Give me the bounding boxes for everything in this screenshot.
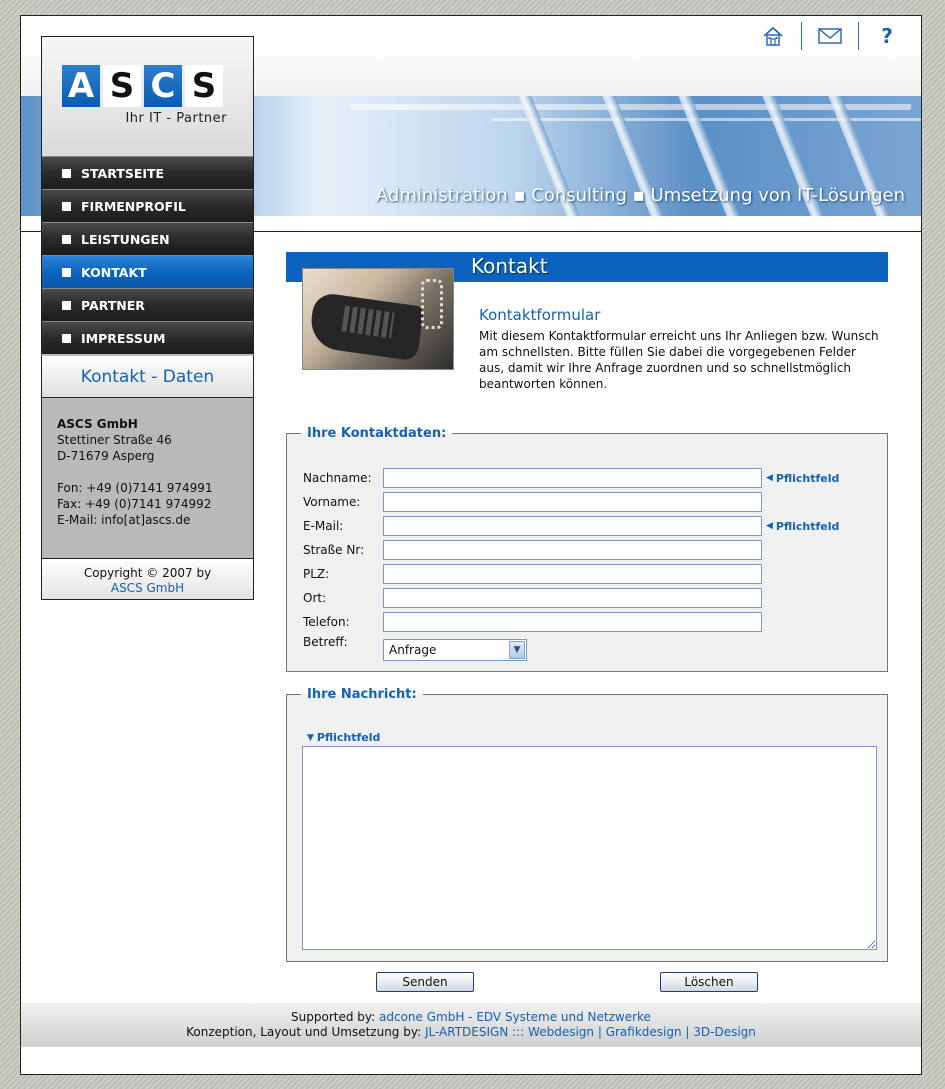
field-row-email: E-Mail: ◀ Pflichtfeld [303, 515, 839, 537]
submit-button[interactable]: Senden [376, 972, 474, 992]
nachname-label: Nachname: [303, 471, 372, 485]
field-row-betreff: Betreff: Anfrage ▼ [303, 635, 527, 661]
copyright-text: Copyright © 2007 by [83, 566, 212, 580]
header-tagline: Administration ▪ Consulting ▪ Umsetzung … [375, 185, 905, 206]
strasse-label: Straße Nr: [303, 543, 365, 557]
address-block: ASCS GmbH Stettiner Straße 46 D-71679 As… [41, 398, 254, 558]
nav-item-label: FIRMENPROFIL [81, 198, 186, 214]
email-label: E-Mail: [303, 519, 344, 533]
nav-item-label: IMPRESSUM [81, 330, 166, 346]
copyright-box: Copyright © 2007 by ASCS GmbH [41, 558, 254, 600]
telefon-label: Telefon: [303, 615, 350, 629]
help-icon[interactable]: ? [859, 22, 915, 50]
nachname-input[interactable] [383, 468, 762, 488]
main-content: Kontakt Kontaktformular Mit diesem Konta… [286, 252, 888, 992]
nav-bullet-icon [62, 300, 71, 310]
email-address: E-Mail: info[at]ascs.de [57, 513, 191, 527]
supported-prefix: Supported by: [291, 1010, 376, 1024]
home-icon[interactable] [745, 22, 801, 50]
nav-bullet-icon [62, 267, 71, 277]
logo-letter: C [144, 65, 182, 107]
message-fieldset: Ihre Nachricht: ▼ Pflichtfeld [286, 687, 888, 962]
nav-item-leistungen[interactable]: LEISTUNGEN [42, 222, 253, 255]
fax-number: Fax: +49 (0)7141 974992 [57, 497, 212, 511]
vorname-label: Vorname: [303, 495, 361, 509]
field-row-ort: Ort: [303, 587, 762, 609]
required-hint: ◀ Pflichtfeld [766, 519, 840, 533]
email-input[interactable] [383, 516, 762, 536]
nav-bullet-icon [62, 168, 71, 178]
triangle-left-icon: ◀ [766, 521, 773, 531]
field-row-nachname: Nachname: ◀ Pflichtfeld [303, 467, 839, 489]
main-nav: STARTSEITE FIRMENPROFIL LEISTUNGEN KONTA… [41, 156, 254, 354]
contact-data-legend: Ihre Kontaktdaten: [307, 426, 447, 441]
nav-item-partner[interactable]: PARTNER [42, 288, 253, 321]
ort-input[interactable] [383, 588, 762, 608]
credits-line: Konzeption, Layout und Umsetzung by: JL-… [21, 1025, 921, 1040]
address-city: D-71679 Asperg [57, 449, 155, 463]
reset-button[interactable]: Löschen [660, 972, 758, 992]
plz-input[interactable] [383, 564, 762, 584]
footer: Supported by: adcone GmbH - EDV Systeme … [21, 1003, 921, 1047]
form-heading: Kontaktformular [479, 306, 601, 324]
field-row-plz: PLZ: [303, 563, 762, 585]
logo-letter: S [103, 65, 141, 107]
credits-link[interactable]: JL-ARTDESIGN ::: Webdesign | Grafikdesig… [425, 1025, 756, 1039]
nav-item-label: STARTSEITE [81, 165, 165, 181]
page-frame: ? Administration ▪ Consulting ▪ Umsetzun… [20, 15, 922, 1075]
field-row-vorname: Vorname: [303, 491, 762, 513]
nav-item-impressum[interactable]: IMPRESSUM [42, 321, 253, 354]
copyright-link[interactable]: ASCS GmbH [42, 581, 253, 596]
strasse-input[interactable] [383, 540, 762, 560]
nav-item-kontakt[interactable]: KONTAKT [42, 255, 253, 288]
triangle-left-icon: ◀ [766, 473, 773, 483]
nav-item-label: KONTAKT [81, 264, 147, 280]
vorname-input[interactable] [383, 492, 762, 512]
nav-item-firmenprofil[interactable]: FIRMENPROFIL [42, 189, 253, 222]
message-legend: Ihre Nachricht: [307, 687, 417, 702]
company-name: ASCS GmbH [57, 417, 138, 431]
credits-prefix: Konzeption, Layout und Umsetzung by: [186, 1025, 422, 1039]
contact-data-fieldset: Ihre Kontaktdaten: Nachname: ◀ Pflichtfel… [286, 426, 888, 672]
message-textarea[interactable] [302, 746, 877, 950]
plz-label: PLZ: [303, 567, 330, 581]
field-row-strasse: Straße Nr: [303, 539, 762, 561]
required-hint: ◀ Pflichtfeld [766, 471, 840, 485]
logo-letter: S [185, 65, 223, 107]
intro-block: Kontaktformular Mit diesem Kontaktformul… [479, 306, 884, 392]
logo-letter: A [62, 65, 100, 107]
intro-text: Mit diesem Kontaktformular erreicht uns … [479, 329, 879, 391]
triangle-down-icon: ▼ [307, 732, 314, 743]
mail-icon[interactable] [802, 22, 858, 50]
phone-photo [302, 268, 454, 370]
logo-letters: A S C S [62, 65, 223, 107]
nav-bullet-icon [62, 201, 71, 211]
top-icon-bar: ? [745, 22, 915, 50]
betreff-select[interactable]: Anfrage ▼ [383, 639, 527, 661]
logo-subtitle: Ihr IT - Partner [125, 111, 227, 126]
nav-item-label: LEISTUNGEN [81, 231, 170, 247]
betreff-label: Betreff: [303, 635, 348, 649]
ort-label: Ort: [303, 591, 327, 605]
help-glyph: ? [881, 24, 893, 48]
nav-item-startseite[interactable]: STARTSEITE [42, 156, 253, 189]
address-street: Stettiner Straße 46 [57, 433, 172, 447]
sidebar: A S C S Ihr IT - Partner STARTSEITE FIRM… [41, 36, 254, 600]
required-hint: ▼ Pflichtfeld [307, 731, 381, 744]
contact-data-heading: Kontakt - Daten [41, 354, 254, 398]
nav-bullet-icon [62, 333, 71, 343]
betreff-selected-value: Anfrage [389, 643, 437, 657]
telefon-input[interactable] [383, 612, 762, 632]
supported-link[interactable]: adcone GmbH - EDV Systeme und Netzwerke [379, 1010, 651, 1024]
chevron-down-icon[interactable]: ▼ [509, 641, 525, 659]
phone-number: Fon: +49 (0)7141 974991 [57, 481, 213, 495]
nav-item-label: PARTNER [81, 297, 145, 313]
field-row-telefon: Telefon: [303, 611, 762, 633]
nav-bullet-icon [62, 234, 71, 244]
logo[interactable]: A S C S Ihr IT - Partner [41, 36, 254, 156]
supported-line: Supported by: adcone GmbH - EDV Systeme … [21, 1010, 921, 1025]
